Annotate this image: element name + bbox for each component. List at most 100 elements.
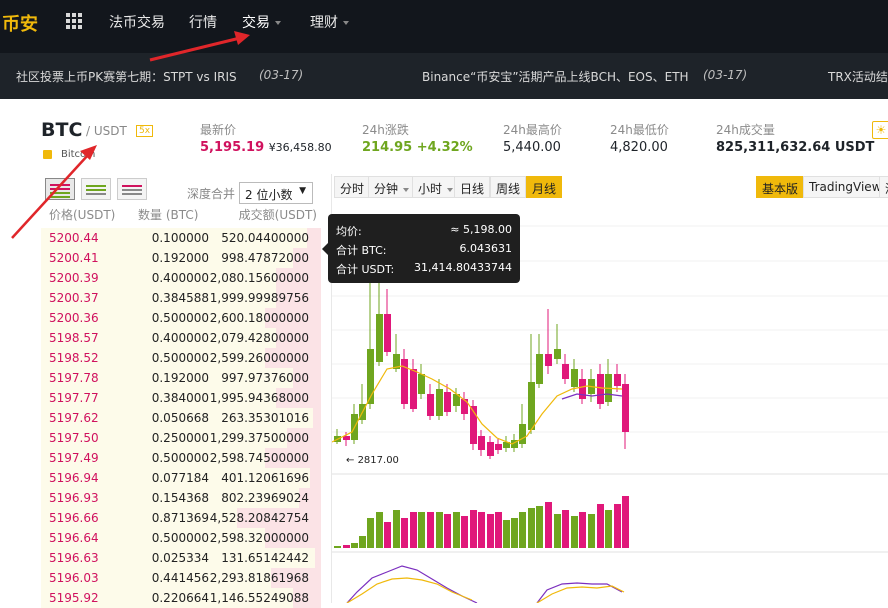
high-value: 5,440.00 (503, 140, 561, 155)
ask-price: 5197.62 (49, 411, 99, 425)
volume-bar (562, 510, 569, 548)
candle-body (519, 424, 526, 444)
coin-name[interactable]: Bitcoin (61, 149, 95, 160)
order-book-row[interactable]: 5195.92 0.220664 1,146.55249088 (41, 588, 321, 608)
order-book-row[interactable]: 5196.03 0.441456 2,293.81861968 (41, 568, 321, 588)
nav-item-trade[interactable]: 交易 (242, 12, 281, 32)
nav-item-fiat[interactable]: 法币交易 (109, 12, 165, 32)
ask-price: 5197.49 (49, 451, 99, 465)
announcement-link[interactable]: TRX活动结 (828, 68, 888, 85)
ask-qty: 0.384000 (151, 391, 209, 405)
order-book-row[interactable]: 5200.37 0.384588 1,999.99989756 (41, 288, 321, 308)
order-book-row[interactable]: 5196.64 0.500000 2,598.32000000 (41, 528, 321, 548)
ask-qty: 0.050668 (151, 411, 209, 425)
pair-header: BTC / USDT 5x Bitcoin 最新价 5,195.19 ¥36,4… (0, 99, 888, 174)
tooltip-value: 6.043631 (459, 242, 513, 255)
volume-bar (384, 522, 391, 548)
volume-bar (622, 496, 629, 548)
candle-body (554, 349, 561, 359)
tooltip-label: 均价: (336, 225, 362, 238)
theme-sun-icon[interactable]: ☀ (872, 121, 888, 139)
tooltip-arrow (322, 243, 328, 255)
ask-qty: 0.100000 (151, 231, 209, 245)
order-book-row[interactable]: 5196.93 0.154368 802.23969024 (41, 488, 321, 508)
candle-body (622, 384, 629, 432)
logo[interactable]: 币安 (2, 10, 38, 36)
order-book-row[interactable]: 5196.94 0.077184 401.12061696 (41, 468, 321, 488)
nav-item-trade-label: 交易 (242, 15, 270, 31)
view-bids-icon[interactable] (81, 178, 111, 200)
indicator-line (346, 565, 478, 603)
ask-qty: 0.500000 (151, 531, 209, 545)
volume-bar (334, 546, 341, 548)
view-both-icon[interactable] (45, 178, 75, 200)
top-nav: 币安 法币交易 行情 交易 理财 (0, 0, 888, 53)
tooltip-value: ≈ 5,198.00 (450, 223, 512, 236)
depth-select[interactable]: 2 位小数 ▼ (239, 182, 313, 204)
view-asks-icon[interactable] (117, 178, 147, 200)
ask-qty: 0.154368 (151, 491, 209, 505)
order-book-row[interactable]: 5196.66 0.871369 4,528.20842754 (41, 508, 321, 528)
candle-body (418, 374, 425, 394)
lock-icon (43, 150, 52, 159)
apps-grid-icon[interactable] (66, 13, 82, 29)
indicator-line (346, 577, 473, 603)
pair-quote[interactable]: / USDT (86, 124, 127, 138)
announcement-ticker: 社区投票上币PK赛第七期：STPT vs IRIS (03-17) Binanc… (0, 53, 888, 99)
volume-bar (536, 506, 543, 548)
order-book: 深度合并 2 位小数 ▼ 价格(USDT) 数量 (BTC) 成交额(USDT) … (41, 174, 321, 608)
volume-bar (453, 512, 460, 548)
ask-total: 2,080.15600000 (209, 271, 309, 285)
last-price-usdt: 5,195.19 (200, 140, 265, 155)
nav-item-finance[interactable]: 理财 (310, 12, 349, 32)
candle-body (410, 369, 417, 409)
ask-price: 5196.94 (49, 471, 99, 485)
ask-total: 1,299.37500000 (209, 431, 309, 445)
volume-bar (410, 512, 417, 548)
depth-bar (312, 408, 321, 428)
change-value: 214.95 +4.32% (362, 140, 473, 155)
high-label: 24h最高价 (503, 123, 562, 137)
volume-bar (351, 543, 358, 548)
last-price-value: 5,195.19 ¥36,458.80 (200, 140, 332, 155)
order-book-row[interactable]: 5200.41 0.192000 998.47872000 (41, 248, 321, 268)
ask-price: 5197.77 (49, 391, 99, 405)
volume-bar (571, 516, 578, 548)
order-book-row[interactable]: 5200.44 0.100000 520.04400000 (41, 228, 321, 248)
order-book-row[interactable]: 5196.63 0.025334 131.65142442 (41, 548, 321, 568)
volume-value: 825,311,632.64 USDT (716, 140, 875, 155)
volume-bar (588, 514, 595, 548)
volume-bar (579, 512, 586, 548)
announcement-link[interactable]: 社区投票上币PK赛第七期：STPT vs IRIS (16, 68, 237, 85)
candle-body (444, 392, 451, 412)
order-book-row[interactable]: 5197.50 0.250000 1,299.37500000 (41, 428, 321, 448)
order-book-row[interactable]: 5197.49 0.500000 2,598.74500000 (41, 448, 321, 468)
volume-bar (470, 510, 477, 548)
volume-bar (427, 512, 434, 548)
ask-qty: 0.077184 (151, 471, 209, 485)
candle-body (427, 394, 434, 416)
change-label: 24h涨跌 (362, 123, 409, 137)
order-book-row[interactable]: 5200.36 0.500000 2,600.18000000 (41, 308, 321, 328)
pair-base[interactable]: BTC (41, 119, 82, 141)
volume-bar (359, 536, 366, 548)
volume-bar (487, 514, 494, 548)
candle-body (579, 379, 586, 399)
order-book-row[interactable]: 5197.78 0.192000 997.97376000 (41, 368, 321, 388)
nav-item-markets[interactable]: 行情 (189, 12, 217, 32)
ask-total: 1,999.99989756 (209, 291, 309, 305)
volume-bar (528, 508, 535, 548)
announcement-date: (03-17) (703, 68, 748, 82)
chevron-down-icon: ▼ (299, 186, 306, 196)
volume-label: 24h成交量 (716, 123, 775, 137)
volume-bar (367, 518, 374, 548)
candle-body (597, 374, 604, 404)
order-book-row[interactable]: 5197.77 0.384000 1,995.94368000 (41, 388, 321, 408)
ask-qty: 0.250000 (151, 431, 209, 445)
order-book-row[interactable]: 5198.57 0.400000 2,079.42800000 (41, 328, 321, 348)
order-book-row[interactable]: 5198.52 0.500000 2,599.26000000 (41, 348, 321, 368)
ask-price: 5196.66 (49, 511, 99, 525)
order-book-row[interactable]: 5200.39 0.400000 2,080.15600000 (41, 268, 321, 288)
announcement-link[interactable]: Binance“币安宝”活期产品上线BCH、EOS、ETH (422, 68, 689, 85)
order-book-row[interactable]: 5197.62 0.050668 263.35301016 (41, 408, 321, 428)
